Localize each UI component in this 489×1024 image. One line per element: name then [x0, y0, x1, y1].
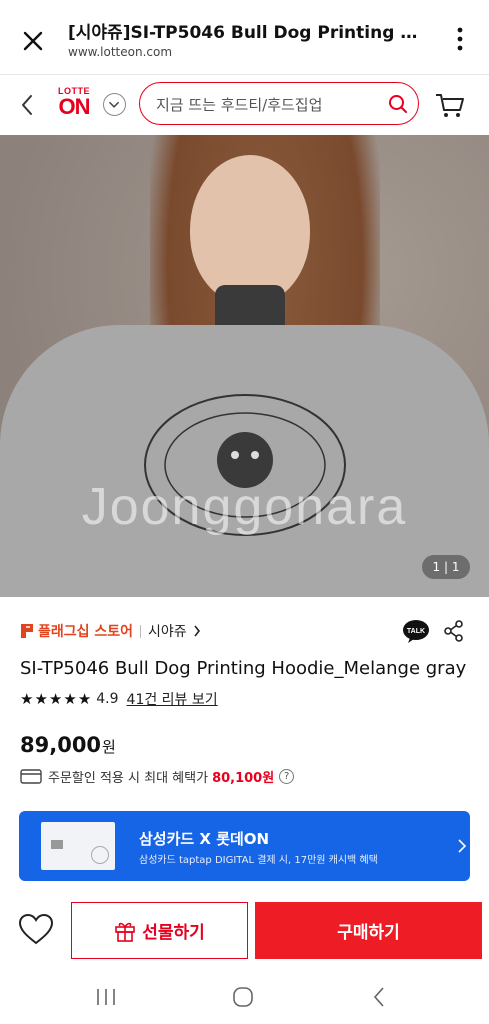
gift-button[interactable]: 선물하기 — [71, 902, 248, 959]
price-currency: 원 — [102, 738, 116, 756]
gift-icon — [115, 922, 136, 942]
reviews-link[interactable]: 41건 리뷰 보기 — [127, 689, 218, 709]
rating-row: ★ ★ ★ ★ ★ 4.9 41건 리뷰 보기 — [20, 689, 218, 709]
samsung-card-banner[interactable]: 삼성카드 X 롯데ON 삼성카드 taptap DIGITAL 결제 시, 17… — [19, 811, 470, 881]
chevron-down-icon — [108, 101, 120, 108]
system-back-icon[interactable] — [372, 986, 386, 1008]
price: 89,000 원 — [20, 733, 116, 757]
gift-button-label: 선물하기 — [142, 923, 205, 943]
watermark: Joonggonara — [81, 478, 408, 536]
card-circle-graphic — [91, 846, 109, 864]
benefit-price: 80,100원 — [212, 770, 275, 786]
banner-card-thumbnail — [41, 822, 115, 870]
benefit-text: 주문할인 적용 시 최대 혜택가 — [48, 770, 209, 786]
rating-score: 4.9 — [96, 691, 119, 707]
talk-chat-icon[interactable]: TALK — [402, 619, 430, 643]
image-counter: 1 | 1 — [422, 555, 470, 579]
recent-apps-icon[interactable] — [95, 988, 117, 1006]
product-title: SI-TP5046 Bull Dog Printing Hoodie_Melan… — [20, 658, 467, 679]
flagship-store-label: 플래그십 스토어 — [38, 624, 134, 640]
divider — [140, 624, 142, 638]
banner-title: 삼성카드 X 롯데ON — [139, 830, 270, 848]
star-icon: ★ — [63, 690, 77, 708]
star-icon: ★ — [77, 690, 92, 708]
star-icon: ★ — [48, 690, 63, 708]
wishlist-heart-icon[interactable] — [17, 912, 55, 946]
flagship-store-icon — [21, 624, 33, 638]
more-options-icon[interactable] — [450, 24, 470, 54]
search-icon[interactable] — [387, 93, 409, 115]
store-link[interactable]: 플래그십 스토어 시야쥬 — [20, 621, 201, 641]
page-url: www.lotteon.com — [68, 45, 173, 59]
card-chip-graphic — [51, 840, 63, 849]
talk-label: TALK — [407, 628, 425, 635]
buy-button-label: 구매하기 — [337, 923, 400, 943]
help-icon[interactable]: ? — [279, 768, 295, 784]
browser-top-bar: [시야쥬]SI-TP5046 Bull Dog Printing Hoodie_… — [0, 0, 489, 75]
star-icon: ★ — [20, 690, 34, 708]
system-nav-bar — [0, 970, 489, 1024]
brand-name: 시야쥬 — [148, 624, 187, 640]
chevron-right-icon — [458, 839, 467, 853]
page-title: [시야쥬]SI-TP5046 Bull Dog Printing Hoodie_… — [68, 23, 428, 43]
menu-dropdown-button[interactable] — [103, 93, 126, 116]
logo-main-text: ON — [58, 94, 91, 119]
home-icon[interactable] — [232, 986, 254, 1008]
star-rating: ★ ★ ★ ★ ★ — [20, 690, 92, 708]
share-icon[interactable] — [444, 620, 464, 642]
chevron-right-icon — [194, 625, 200, 637]
back-arrow-icon[interactable] — [16, 91, 38, 119]
lotte-on-logo[interactable]: LOTTE ON — [54, 86, 94, 126]
product-image[interactable]: Joonggonara 1 | 1 — [0, 135, 489, 597]
model-face — [190, 155, 310, 305]
search-input[interactable]: 지금 뜨는 후드티/후드집업 — [139, 82, 419, 125]
star-icon: ★ — [34, 690, 48, 708]
buy-button[interactable]: 구매하기 — [255, 902, 482, 959]
search-placeholder: 지금 뜨는 후드티/후드집업 — [156, 96, 323, 114]
credit-card-icon — [20, 768, 42, 784]
cart-icon[interactable] — [434, 91, 466, 119]
banner-subtitle: 삼성카드 taptap DIGITAL 결제 시, 17만원 캐시백 혜택 — [139, 855, 378, 866]
site-header: LOTTE ON 지금 뜨는 후드티/후드집업 — [0, 75, 489, 135]
close-icon[interactable] — [18, 26, 48, 56]
benefit-price-row: 주문할인 적용 시 최대 혜택가 80,100원 ? — [20, 766, 295, 786]
price-value: 89,000 — [20, 733, 102, 757]
